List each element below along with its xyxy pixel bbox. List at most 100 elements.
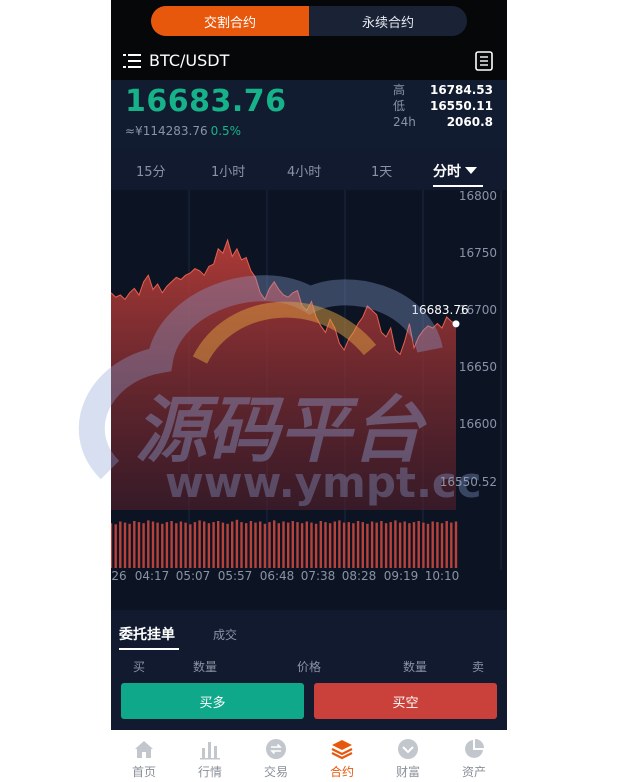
volume-bar (263, 523, 267, 568)
volume-bar (398, 522, 402, 568)
y-tick-label: 16600 (459, 417, 497, 431)
volume-bar (338, 520, 341, 568)
volume-bar (356, 521, 360, 568)
volume-bar (175, 523, 178, 568)
volume-bar (342, 522, 346, 568)
tab-interval-timeline[interactable]: 分时 (433, 161, 477, 181)
tab-interval-15m[interactable]: 15分 (136, 161, 166, 180)
volume-bar (128, 523, 131, 568)
volume-bar (403, 521, 406, 568)
volume-bar (445, 521, 448, 568)
tab-interval-4h[interactable]: 4小时 (287, 161, 321, 180)
volume-bar (133, 521, 136, 568)
volume-bar (380, 521, 383, 568)
x-tick-label: 07:38 (301, 569, 336, 583)
volume-bar (347, 522, 350, 568)
volume-bar (189, 524, 192, 568)
x-tick-label: 06:48 (260, 569, 295, 583)
volume-bar (375, 522, 378, 568)
order-book-panel: 委托挂单 成交 买 数量 价格 数量 卖 (111, 612, 507, 674)
stat-low: 低 16550.11 (393, 99, 493, 113)
tab-open-orders[interactable]: 委托挂单 (119, 624, 175, 644)
volume-bar (366, 523, 369, 568)
change-percent: 0.5% (210, 124, 242, 138)
volume-bar (431, 521, 434, 568)
volume-bar (426, 523, 430, 568)
volume-bar (142, 523, 145, 568)
price-summary: 16683.76 ≈¥114283.76 0.5% 高 16784.53 低 1655… (111, 80, 507, 148)
volume-bar (203, 521, 206, 568)
tab-interval-1d[interactable]: 1天 (371, 161, 392, 180)
nav-market[interactable]: 行情 (177, 730, 243, 782)
volume-bar (440, 523, 444, 568)
symbol-header: BTC/USDT (111, 42, 507, 80)
nav-contract[interactable]: 合约 (309, 730, 375, 782)
volume-bar (207, 523, 211, 568)
y-tick-label: 16650 (459, 360, 497, 374)
bar-chart-icon (200, 742, 220, 760)
nav-home[interactable]: 首页 (111, 730, 177, 782)
volume-bar (273, 520, 276, 568)
volume-bar (221, 522, 225, 568)
volume-bar (114, 524, 117, 568)
home-icon (135, 741, 153, 758)
volume-bar (361, 522, 364, 568)
tab-interval-1h[interactable]: 1小时 (211, 161, 245, 180)
header-buy-qty: 数量 (193, 660, 218, 674)
volume-bar (245, 523, 248, 568)
volume-bar (254, 522, 257, 568)
volume-bar (161, 523, 164, 568)
interval-tabs: 15分 1小时 4小时 1天 分时 (111, 148, 507, 190)
last-price: 16683.76 (125, 84, 287, 119)
tab-perpetual-contract[interactable]: 永续合约 (309, 6, 467, 36)
stats-block: 高 16784.53 低 16550.11 24h 2060.8 (393, 82, 493, 130)
volume-bar (310, 522, 313, 568)
volume-bar (287, 522, 290, 568)
chart-svg: 168001675016700166501660016550.52 26 04:1… (111, 189, 502, 583)
volume-bar (231, 521, 234, 568)
volume-bar (151, 521, 155, 568)
volume-bar (454, 521, 458, 568)
layers-icon (331, 740, 353, 760)
nav-trade[interactable]: 交易 (243, 730, 309, 782)
volume-bar (277, 523, 280, 568)
document-icon[interactable] (475, 51, 493, 71)
x-tick-label: 05:57 (218, 569, 253, 583)
nav-wealth[interactable]: 财富 (375, 730, 441, 782)
volume-bar (111, 523, 113, 568)
header-price: 价格 (297, 660, 322, 674)
orders-tab-underline (119, 648, 179, 650)
buy-long-button[interactable]: 买多 (121, 683, 304, 719)
volume-bar (333, 521, 336, 568)
stat-high: 高 16784.53 (393, 83, 493, 97)
volume-bar (123, 522, 127, 568)
buy-short-button[interactable]: 买空 (314, 683, 497, 719)
nav-assets[interactable]: 资产 (441, 730, 507, 782)
volume-bar (170, 521, 173, 568)
volume-bar (282, 521, 285, 568)
symbol-title[interactable]: BTC/USDT (149, 51, 229, 70)
header-sell-qty: 数量 (403, 660, 428, 674)
tab-delivery-contract[interactable]: 交割合约 (151, 6, 309, 36)
y-tick-label: 16750 (459, 246, 497, 260)
volume-bar (370, 521, 374, 568)
wallet-icon (398, 739, 418, 759)
volume-bar (235, 519, 239, 568)
price-area (111, 240, 456, 510)
x-tick-label: 08:28 (342, 569, 377, 583)
menu-icon[interactable] (123, 53, 141, 69)
volume-bar (291, 521, 294, 568)
x-tick-label: 26 (111, 569, 126, 583)
volume-bar (384, 523, 388, 568)
tab-trades[interactable]: 成交 (213, 626, 237, 643)
last-price-dot (452, 320, 460, 328)
price-chart[interactable]: 16800 16750 16700 16650 16600 16550.52 26 04:1… (111, 189, 507, 610)
volume-bar (296, 522, 299, 568)
y-tick-label: 16550.52 (440, 475, 497, 489)
volume-bar (314, 523, 318, 568)
volume-bar (217, 521, 220, 568)
volume-bar (412, 522, 416, 568)
contract-type-switch: 交割合约 永续合约 (151, 6, 467, 36)
volume-bar (324, 522, 327, 568)
volume-bar (119, 521, 122, 568)
